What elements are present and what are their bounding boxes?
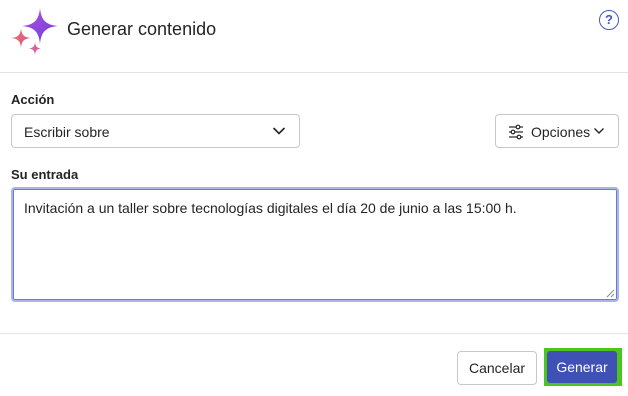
dialog-header: Generar contenido ? bbox=[0, 0, 628, 72]
chevron-down-icon bbox=[272, 127, 286, 135]
question-circle-icon[interactable]: ? bbox=[599, 10, 619, 30]
prompt-textarea[interactable]: Invitación a un taller sobre tecnologías… bbox=[11, 187, 619, 302]
chevron-down-icon bbox=[594, 128, 604, 134]
options-button[interactable]: Opciones bbox=[495, 114, 619, 148]
header-divider bbox=[0, 72, 628, 73]
sparkle-icon bbox=[11, 8, 58, 55]
footer-divider bbox=[0, 333, 628, 334]
sliders-icon bbox=[509, 124, 523, 140]
action-select[interactable]: Escribir sobre bbox=[11, 114, 300, 148]
dialog-title: Generar contenido bbox=[67, 19, 217, 39]
generate-button[interactable]: Generar bbox=[547, 351, 617, 383]
options-button-label: Opciones bbox=[531, 124, 591, 140]
action-label: Acción bbox=[11, 92, 55, 107]
cancel-button[interactable]: Cancelar bbox=[457, 351, 537, 385]
generate-content-dialog: Generar contenido ? Acción Escribir sobr… bbox=[0, 0, 628, 396]
action-select-value: Escribir sobre bbox=[24, 124, 110, 140]
prompt-text: Invitación a un taller sobre tecnologías… bbox=[24, 200, 517, 216]
input-label: Su entrada bbox=[11, 167, 79, 182]
resize-grip-icon[interactable] bbox=[605, 288, 615, 298]
